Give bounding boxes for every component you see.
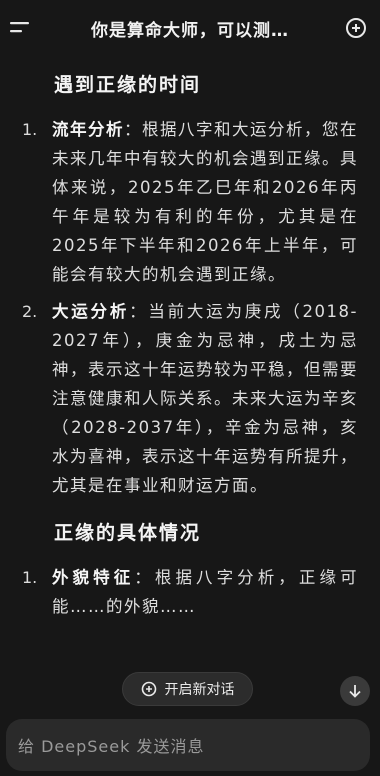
- list-number: 1.: [22, 568, 38, 587]
- list-number: 2.: [22, 302, 38, 321]
- details-list: 1. 外貌特征：根据八字分析，正缘可能……的外貌……: [22, 563, 358, 621]
- section-title-timing: 遇到正缘的时间: [54, 74, 202, 96]
- list-item-text: 外貌特征：根据八字分析，正缘可能……的外貌……: [52, 563, 358, 621]
- new-chat-label: 开启新对话: [164, 682, 235, 698]
- list-item-body: ：根据八字和大运分析，您在未来几年中有较大的机会遇到正缘。具体来说，2025年乙…: [52, 120, 358, 284]
- top-bar: 你是算命大师，可以测…: [0, 0, 380, 56]
- new-chat-plus-icon: [141, 681, 156, 697]
- list-item: 1. 流年分析：根据八字和大运分析，您在未来几年中有较大的机会遇到正缘。具体来说…: [22, 115, 358, 289]
- list-item-heading: 外貌特征: [52, 568, 135, 587]
- section-title-details: 正缘的具体情况: [54, 522, 202, 544]
- conversation-title: 你是算命大师，可以测…: [91, 20, 289, 41]
- list-item: 1. 外貌特征：根据八字分析，正缘可能……的外貌……: [22, 563, 358, 621]
- scroll-down-button[interactable]: [340, 676, 370, 706]
- list-item-heading: 大运分析: [52, 302, 130, 321]
- list-item-text: 流年分析：根据八字和大运分析，您在未来几年中有较大的机会遇到正缘。具体来说，20…: [52, 115, 358, 289]
- new-chat-icon[interactable]: [342, 14, 370, 42]
- message-input[interactable]: 给 DeepSeek 发送消息: [6, 719, 370, 771]
- arrow-down-icon: [349, 685, 361, 698]
- message-input-placeholder: 给 DeepSeek 发送消息: [18, 737, 205, 756]
- list-item-heading: 流年分析: [52, 120, 124, 139]
- list-item: 2. 大运分析：当前大运为庚戌（2018-2027年），庚金为忌神，戌土为忌神，…: [22, 297, 358, 500]
- analysis-list: 1. 流年分析：根据八字和大运分析，您在未来几年中有较大的机会遇到正缘。具体来说…: [22, 115, 358, 500]
- list-item-text: 大运分析：当前大运为庚戌（2018-2027年），庚金为忌神，戌土为忌神，表示这…: [52, 297, 358, 500]
- new-chat-button[interactable]: 开启新对话: [122, 672, 253, 706]
- menu-icon[interactable]: [6, 14, 34, 42]
- list-item-body: ：当前大运为庚戌（2018-2027年），庚金为忌神，戌土为忌神，表示这十年运势…: [52, 302, 358, 495]
- message-content: 遇到正缘的时间 1. 流年分析：根据八字和大运分析，您在未来几年中有较大的机会遇…: [0, 56, 380, 696]
- list-number: 1.: [22, 120, 38, 139]
